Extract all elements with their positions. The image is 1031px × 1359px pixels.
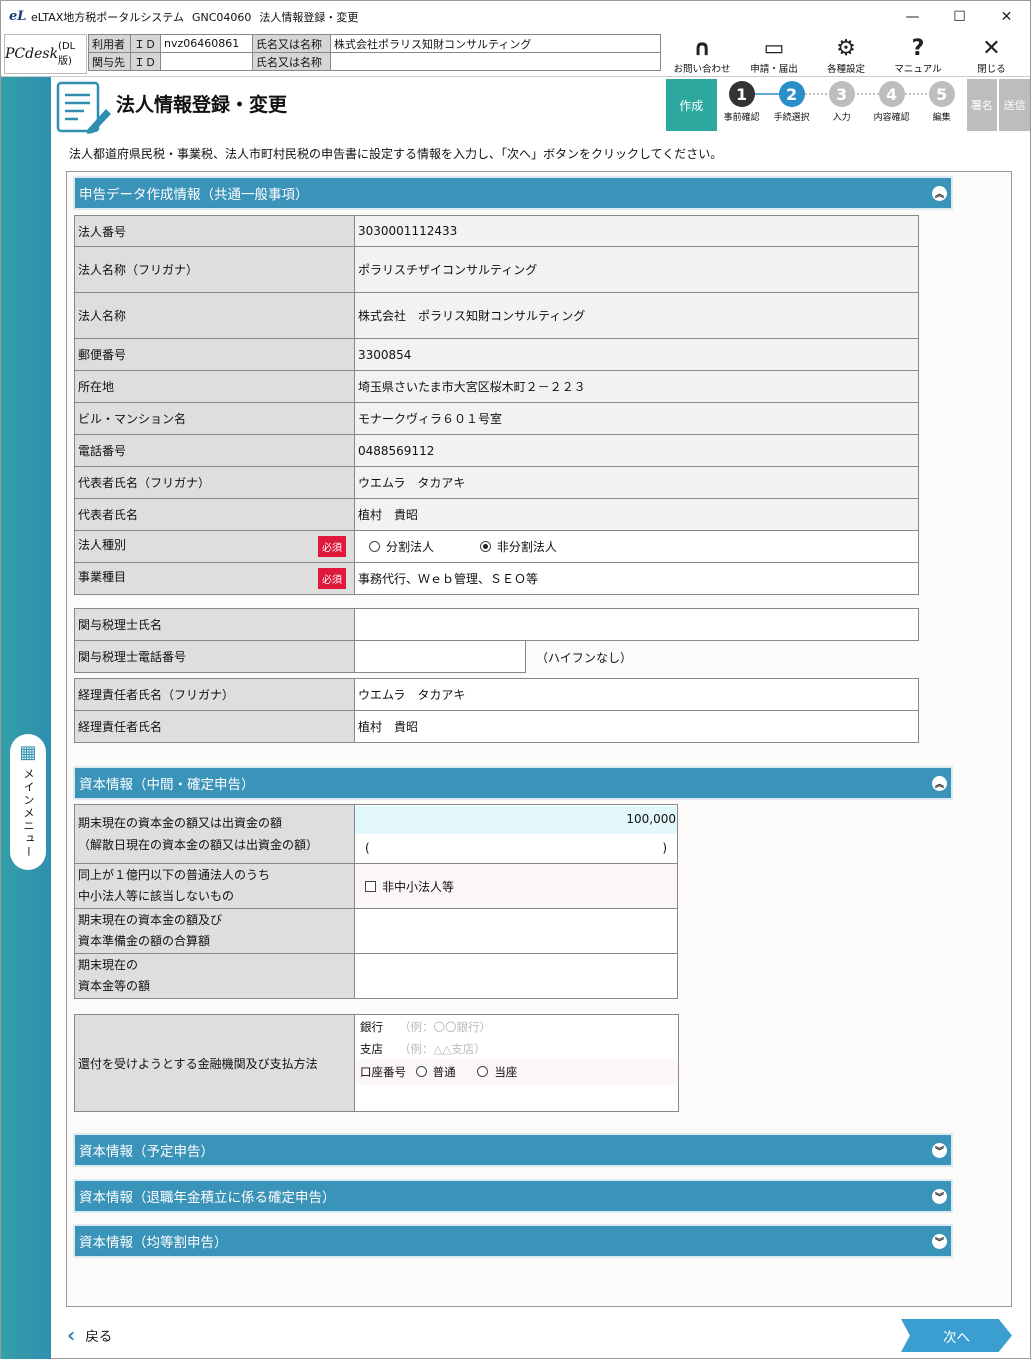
tax-accountant-table: 関与税理士氏名 (74, 608, 919, 641)
back-button[interactable]: ‹ 戻る (67, 1323, 112, 1347)
related-name (330, 52, 661, 71)
required-badge: 必須 (318, 536, 346, 557)
refund-table: 還付を受けようとする金融機関及び支払方法 銀行 （例：〇〇銀行） 支店 （例：△△支… (74, 1014, 679, 1112)
app-window: eL eLTAX地方税ポータルシステム GNC04060 法人情報登録・変更 — ☐… (0, 0, 1031, 1359)
non-sme-checkbox[interactable]: 非中小法人等 (354, 863, 678, 909)
window-close-button[interactable]: ✕ (983, 1, 1030, 32)
chevron-left-icon: ‹ (67, 1323, 76, 1347)
account-ordinary-radio[interactable]: 普通 (415, 1065, 456, 1079)
expand-icon[interactable]: ︾ (932, 1234, 947, 1249)
title-bar: eL eLTAX地方税ポータルシステム GNC04060 法人情報登録・変更 — ☐… (1, 1, 1030, 32)
window-icon: ▭ (763, 36, 785, 61)
branch-input[interactable]: 支店 （例：△△支店） (360, 1037, 678, 1059)
tax-accountant-name-input[interactable] (354, 608, 919, 641)
business-field[interactable]: 事務代行、Ｗｅｂ管理、ＳＥＯ等 (354, 562, 919, 595)
phone: 0488569112 (354, 434, 919, 467)
corp-type-nonsplit-radio[interactable]: 非分割法人 (479, 540, 557, 554)
collapse-icon[interactable]: ︽ (932, 776, 947, 791)
capital-etc-input[interactable] (354, 953, 678, 999)
main-menu-button[interactable]: ▦ メインメニュー (10, 734, 46, 870)
window-title: eLTAX地方税ポータルシステム GNC04060 法人情報登録・変更 (31, 10, 359, 24)
capital-amount-input[interactable]: 100,000 (355, 805, 677, 834)
pcdesk-logo: PCdesk (DL版) (4, 34, 87, 74)
contact-button[interactable]: ∩ お問い合わせ (666, 32, 738, 77)
user-name: 株式会社ポラリス知財コンサルティング (330, 34, 661, 53)
gear-icon: ⚙ (836, 36, 856, 61)
corp-kana: ポラリスチザイコンサルティング (354, 246, 919, 293)
section-capital-pension[interactable]: 資本情報（退職年金積立に係る確定申告） ︾ (73, 1179, 953, 1213)
step-send: 送信 (999, 79, 1031, 131)
step-indicator: 作成 1 事前確認 2 手続選択 3 入力 4 内容確認 5 編集 署名 送信 (666, 79, 1031, 133)
step-4: 4 内容確認 (867, 81, 917, 123)
maximize-button[interactable]: ☐ (936, 1, 983, 32)
section-capital-interim[interactable]: 資本情報（中間・確定申告） ︽ (73, 766, 953, 800)
rep-kana: ウエムラ タカアキ (354, 466, 919, 499)
user-info-table: 利用者 ＩＤ nvz06460861 氏名又は名称 株式会社ポラリス知財コンサル… (88, 34, 661, 71)
page-title: 法人情報登録・変更 (116, 94, 288, 116)
tax-accountant-phone-input[interactable] (354, 640, 526, 673)
acct-mgr-name-input[interactable]: 植村 貴昭 (354, 710, 919, 743)
account-current-radio[interactable]: 当座 (477, 1065, 517, 1079)
app-close-button[interactable]: ✕ 閉じる (954, 32, 1029, 77)
next-button[interactable]: 次へ (901, 1319, 1012, 1352)
acct-mgr-kana-input[interactable]: ウエムラ タカアキ (354, 678, 919, 711)
capital-dissolution-input[interactable]: () (355, 834, 677, 863)
bank-input[interactable]: 銀行 （例：〇〇銀行） (360, 1015, 678, 1037)
sidebar: ▦ メインメニュー (1, 77, 51, 1359)
application-button[interactable]: ▭ 申請・届出 (738, 32, 810, 77)
collapse-icon[interactable]: ︽ (932, 186, 947, 201)
section-capital-equal[interactable]: 資本情報（均等割申告） ︾ (73, 1224, 953, 1258)
corp-type-split-radio[interactable]: 分割法人 (369, 540, 434, 554)
accounting-manager-table: 経理責任者氏名（フリガナ） ウエムラ タカアキ 経理責任者氏名 植村 貴昭 (74, 678, 919, 743)
app-header: PCdesk (DL版) 利用者 ＩＤ nvz06460861 氏名又は名称 株式… (1, 32, 1030, 77)
settings-button[interactable]: ⚙ 各種設定 (810, 32, 882, 77)
step-create: 作成 (666, 79, 717, 131)
step-3: 3 入力 (817, 81, 867, 123)
eltax-logo-icon: eL (9, 8, 27, 24)
intro-text: 法人都道府県民税・事業税、法人市町村民税の申告書に設定する情報を入力し、「次へ」… (69, 147, 723, 161)
common-table: 法人番号 3030001112433 法人名称（フリガナ） ポラリスチザイコンサルテ… (74, 215, 919, 595)
rep-name: 植村 貴昭 (354, 498, 919, 531)
corp-name: 株式会社 ポラリス知財コンサルティング (354, 292, 919, 339)
page-header: 法人情報登録・変更 作成 1 事前確認 2 手続選択 3 入力 4 内容確認 5 編集 署… (51, 77, 1031, 134)
step-sign: 署名 (966, 79, 998, 131)
question-icon: ? (911, 36, 925, 61)
section-capital-planned[interactable]: 資本情報（予定申告） ︾ (73, 1133, 953, 1167)
expand-icon[interactable]: ︾ (932, 1189, 947, 1204)
document-edit-icon (56, 81, 111, 134)
grid-icon: ▦ (19, 742, 37, 763)
required-badge: 必須 (318, 568, 346, 589)
tax-accountant-phone-table: 関与税理士電話番号 (74, 640, 526, 673)
step-5: 5 編集 (917, 81, 967, 123)
minimize-button[interactable]: — (889, 1, 936, 32)
step-1: 1 事前確認 (717, 81, 767, 123)
close-icon: ✕ (982, 36, 1001, 61)
user-id: nvz06460861 (160, 34, 253, 53)
building: モナークヴィラ６０１号室 (354, 402, 919, 435)
hyphen-note: （ハイフンなし） (536, 651, 633, 665)
step-2: 2 手続選択 (767, 81, 817, 123)
postal-code: 3300854 (354, 338, 919, 371)
capital-reserve-input[interactable] (354, 908, 678, 954)
manual-button[interactable]: ? マニュアル (882, 32, 954, 77)
expand-icon[interactable]: ︾ (932, 1143, 947, 1158)
headset-icon: ∩ (693, 36, 711, 61)
section-common[interactable]: 申告データ作成情報（共通一般事項） ︽ (73, 176, 953, 210)
capital-table: 期末現在の資本金の額又は出資金の額 （解散日現在の資本金の額又は出資金の額） 10… (74, 804, 678, 999)
related-id (160, 52, 253, 71)
corp-number: 3030001112433 (354, 215, 919, 247)
address: 埼玉県さいたま市大宮区桜木町２－２２３ (354, 370, 919, 403)
